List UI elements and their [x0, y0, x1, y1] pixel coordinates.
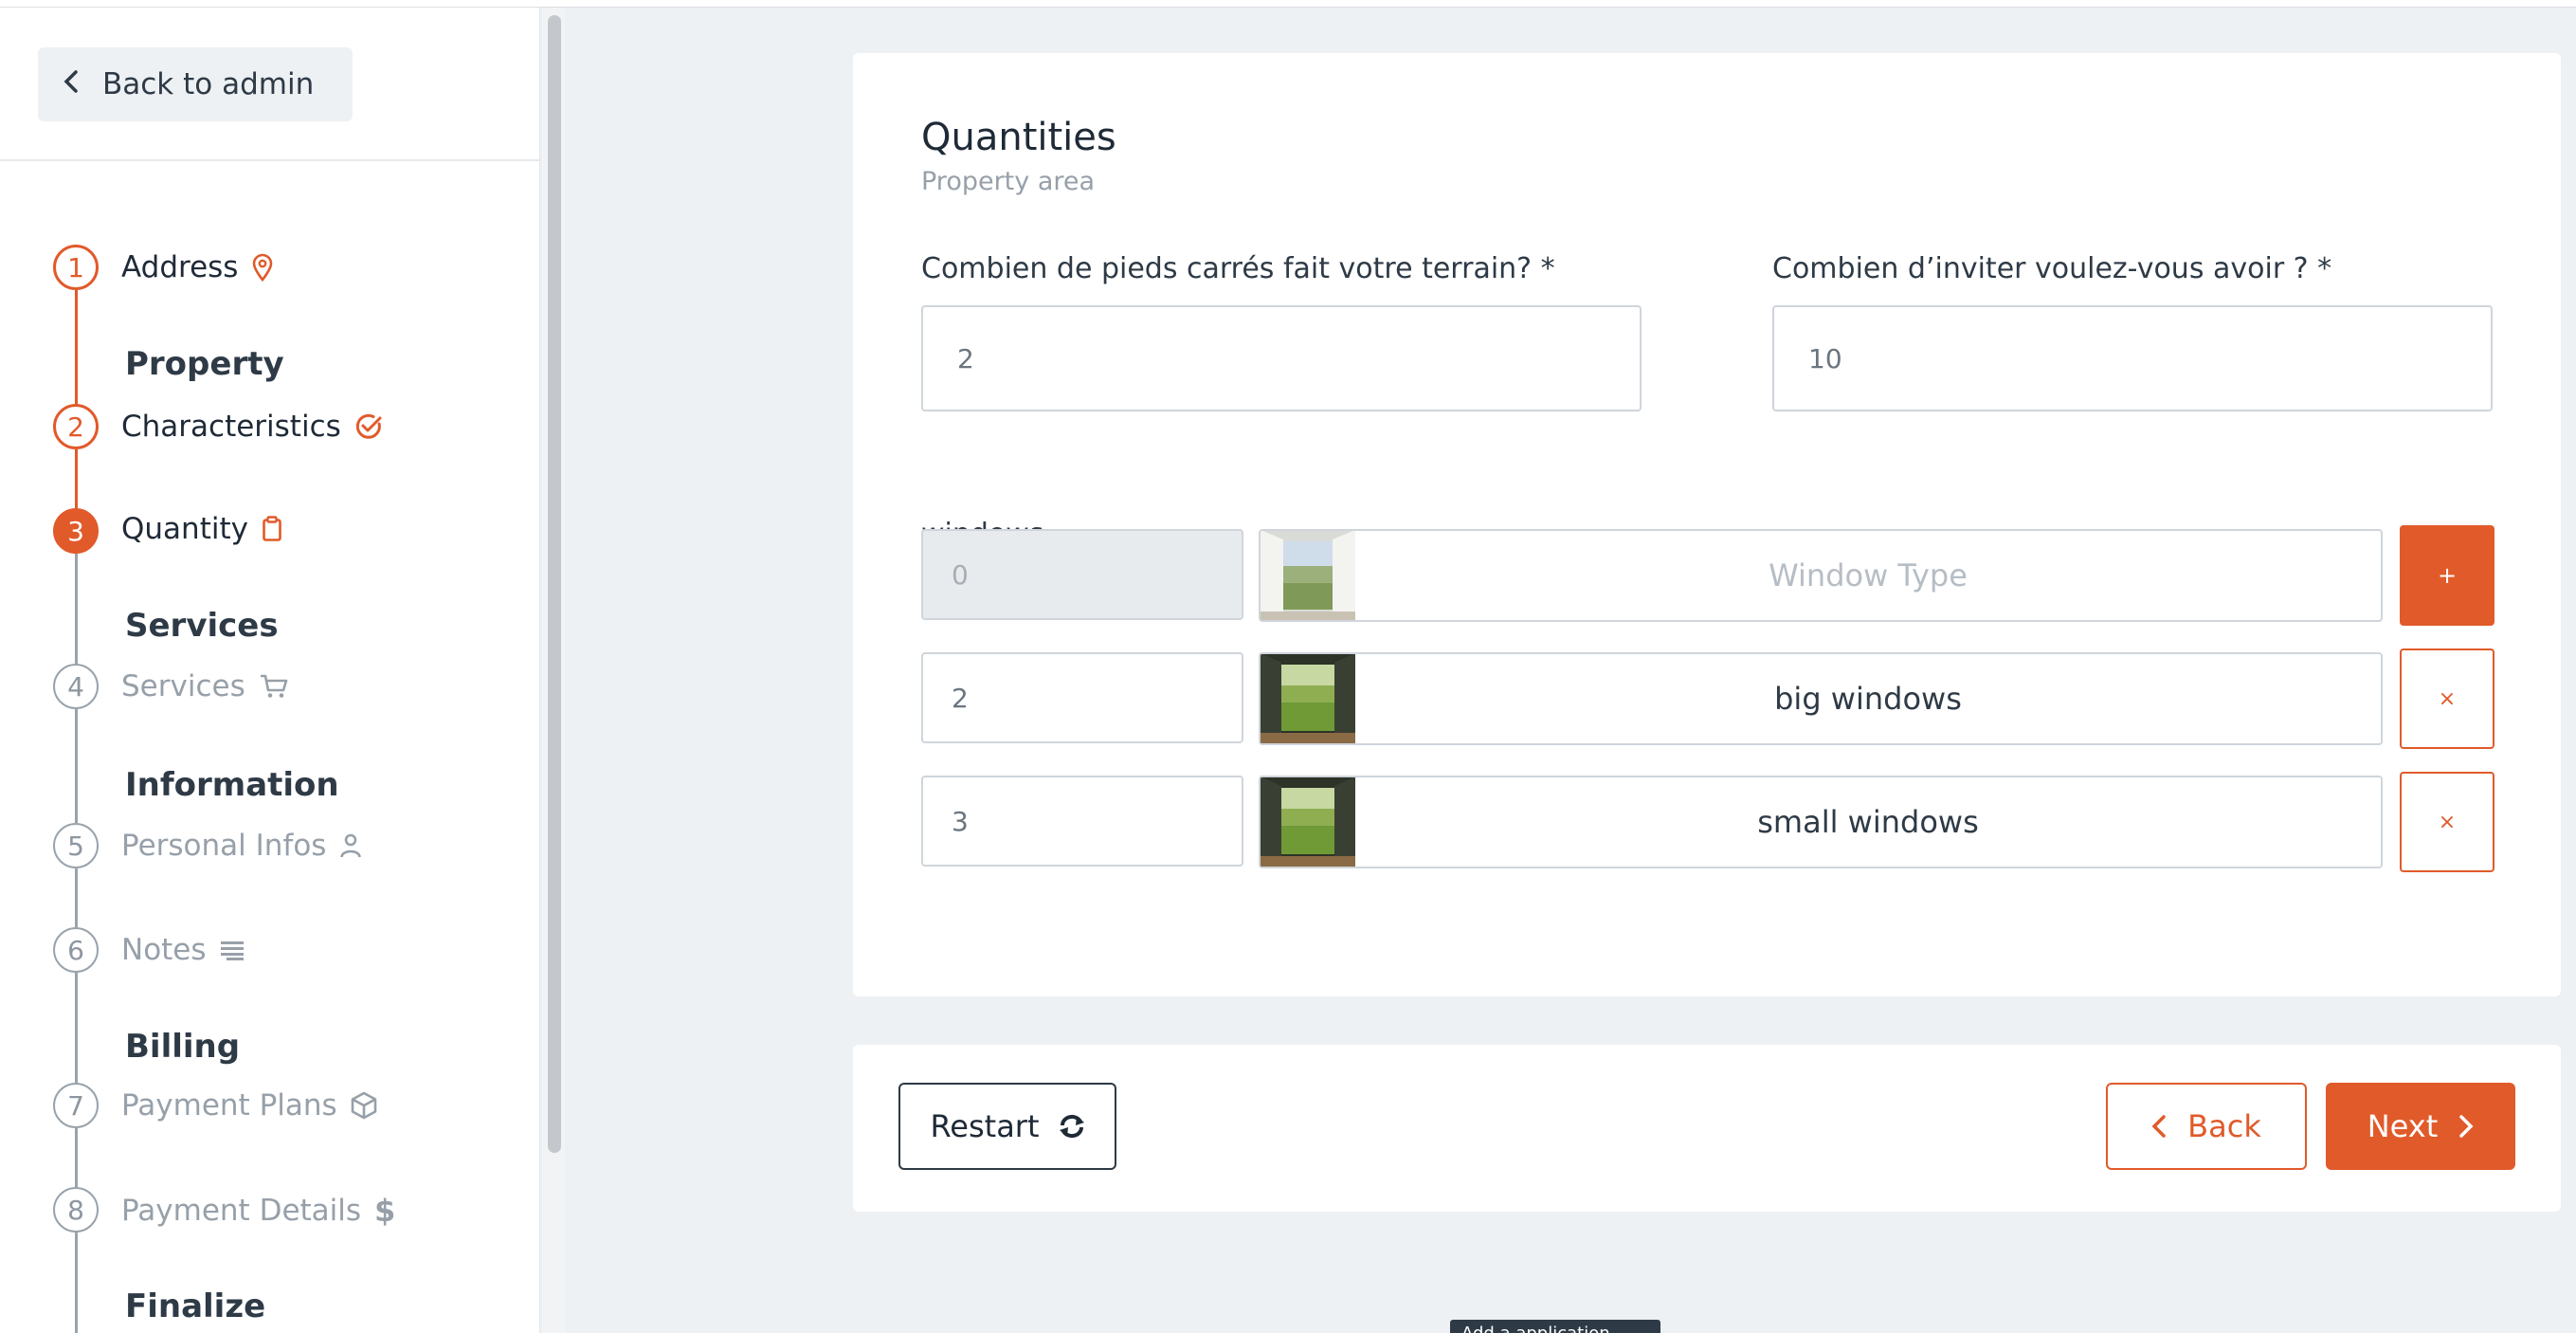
clipboard-icon	[262, 516, 282, 542]
step-6-circle[interactable]: 6	[53, 927, 99, 973]
guests-label: Combien d’inviter voulez-vous avoir ? *	[1772, 252, 2332, 285]
step-characteristics[interactable]: Characteristics	[121, 410, 383, 444]
sidebar-divider	[0, 159, 539, 161]
step-characteristics-label: Characteristics	[121, 410, 341, 444]
top-border	[0, 0, 2576, 8]
quantities-card: Quantities Property area Combien de pied…	[853, 53, 2561, 996]
next-button[interactable]: Next	[2326, 1083, 2515, 1170]
step-address-label: Address	[121, 250, 239, 284]
step-7-circle[interactable]: 7	[53, 1083, 99, 1128]
section-heading-services: Services	[125, 607, 279, 645]
refresh-icon	[1059, 1114, 1085, 1139]
lines-icon	[220, 940, 245, 960]
back-button[interactable]: Back	[2106, 1083, 2307, 1170]
progress-line-pending	[75, 554, 78, 664]
section-heading-finalize: Finalize	[125, 1287, 266, 1325]
step-quantity-label: Quantity	[121, 512, 248, 546]
step-payment-plans[interactable]: Payment Plans	[121, 1088, 377, 1123]
guests-input[interactable]	[1772, 305, 2493, 411]
window-type-value: big windows	[1774, 681, 1962, 717]
step-quantity[interactable]: Quantity	[121, 512, 282, 546]
window-type-select[interactable]: small windows	[1259, 776, 2383, 868]
land-area-label: Combien de pieds carrés fait votre terra…	[921, 252, 1555, 285]
step-services[interactable]: Services	[121, 669, 289, 703]
dollar-icon: $	[374, 1193, 396, 1229]
map-pin-icon	[251, 253, 274, 282]
restart-button[interactable]: Restart	[898, 1083, 1116, 1170]
sidebar-scrollbar-thumb[interactable]	[548, 15, 561, 1153]
step-payment-details[interactable]: Payment Details $	[121, 1193, 395, 1229]
chevron-left-icon	[2151, 1114, 2167, 1139]
section-heading-information: Information	[125, 766, 339, 804]
add-window-button[interactable]: +	[2400, 525, 2494, 626]
step-notes[interactable]: Notes	[121, 933, 245, 967]
new-window-quantity-input[interactable]	[921, 529, 1243, 620]
step-5-circle[interactable]: 5	[53, 823, 99, 868]
step-personal-infos-label: Personal Infos	[121, 829, 327, 863]
step-2-circle[interactable]: 2	[53, 404, 99, 449]
window-quantity-input[interactable]	[921, 776, 1243, 867]
section-heading-property: Property	[125, 345, 284, 383]
progress-line-pending	[75, 709, 78, 823]
back-to-admin-label: Back to admin	[102, 67, 315, 101]
step-payment-plans-label: Payment Plans	[121, 1088, 337, 1123]
progress-line-pending	[75, 973, 78, 1083]
chevron-right-icon	[2458, 1114, 2474, 1139]
step-1-circle[interactable]: 1	[53, 245, 99, 290]
progress-line-done	[75, 290, 78, 408]
box-icon	[351, 1091, 377, 1120]
window-type-select[interactable]: big windows	[1259, 652, 2383, 745]
next-label: Next	[2367, 1108, 2439, 1144]
step-3-circle[interactable]: 3	[53, 508, 99, 554]
page-title: Quantities	[921, 116, 1116, 159]
remove-window-button[interactable]: ×	[2400, 648, 2494, 749]
progress-line-pending	[75, 1233, 78, 1333]
window-thumbnail-icon	[1261, 531, 1355, 620]
back-label: Back	[2187, 1108, 2261, 1144]
restart-label: Restart	[930, 1108, 1040, 1144]
check-circle-icon	[354, 412, 383, 441]
step-personal-infos[interactable]: Personal Infos	[121, 829, 362, 863]
window-thumbnail-icon	[1261, 654, 1355, 743]
tooltip: Add a application	[1450, 1320, 1660, 1333]
remove-window-button[interactable]: ×	[2400, 772, 2494, 872]
wizard-navigation: Restart Back Next	[853, 1045, 2561, 1212]
page-subtitle: Property area	[921, 167, 1096, 196]
user-icon	[339, 832, 362, 859]
step-services-label: Services	[121, 669, 245, 703]
window-type-placeholder: Window Type	[1769, 557, 1968, 593]
progress-line-pending	[75, 1128, 78, 1187]
chevron-left-icon	[63, 68, 80, 101]
step-4-circle[interactable]: 4	[53, 664, 99, 709]
step-8-circle[interactable]: 8	[53, 1187, 99, 1233]
step-address[interactable]: Address	[121, 250, 274, 284]
cart-icon	[259, 673, 289, 700]
wizard-sidebar: Back to admin 1 Address Property 2 Chara…	[0, 8, 540, 1333]
back-to-admin-button[interactable]: Back to admin	[38, 47, 353, 121]
window-thumbnail-icon	[1261, 777, 1355, 867]
window-quantity-input[interactable]	[921, 652, 1243, 743]
step-payment-details-label: Payment Details	[121, 1194, 362, 1228]
step-notes-label: Notes	[121, 933, 207, 967]
progress-line-done	[75, 449, 78, 508]
window-type-select[interactable]: Window Type	[1259, 529, 2383, 622]
section-heading-billing: Billing	[125, 1028, 241, 1066]
window-type-value: small windows	[1757, 804, 1979, 840]
land-area-input[interactable]	[921, 305, 1642, 411]
progress-line-pending	[75, 868, 78, 927]
